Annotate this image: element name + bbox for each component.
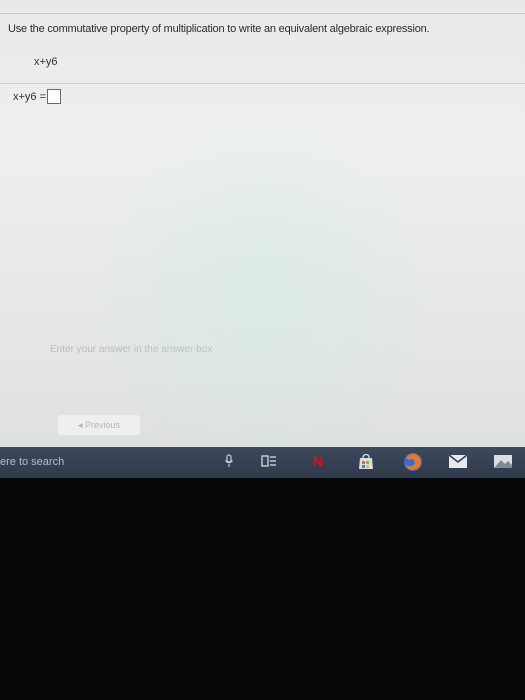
mail-icon[interactable] [448,454,468,469]
firefox-icon[interactable] [403,452,423,472]
answer-input-box[interactable] [47,89,62,104]
store-icon[interactable] [357,454,375,470]
section-divider [0,83,525,84]
top-border [0,13,525,14]
question-instruction: Use the commutative property of multipli… [8,23,430,35]
given-expression: x+y6 [34,56,58,68]
photos-icon[interactable] [493,454,513,469]
browser-viewport: Use the commutative property of multipli… [0,0,525,478]
task-view-icon[interactable] [261,454,277,468]
netflix-icon[interactable]: N [313,453,323,469]
previous-button[interactable]: ◂ Previous [58,415,140,435]
microphone-icon[interactable] [224,454,234,468]
answer-prefix: x+y6 = [13,90,47,103]
answer-row: x+y6 = [13,89,62,104]
windows-taskbar: ere to search N [0,447,525,478]
answer-hint: Enter your answer in the answer box [50,344,213,355]
taskbar-search[interactable]: ere to search [0,456,64,468]
